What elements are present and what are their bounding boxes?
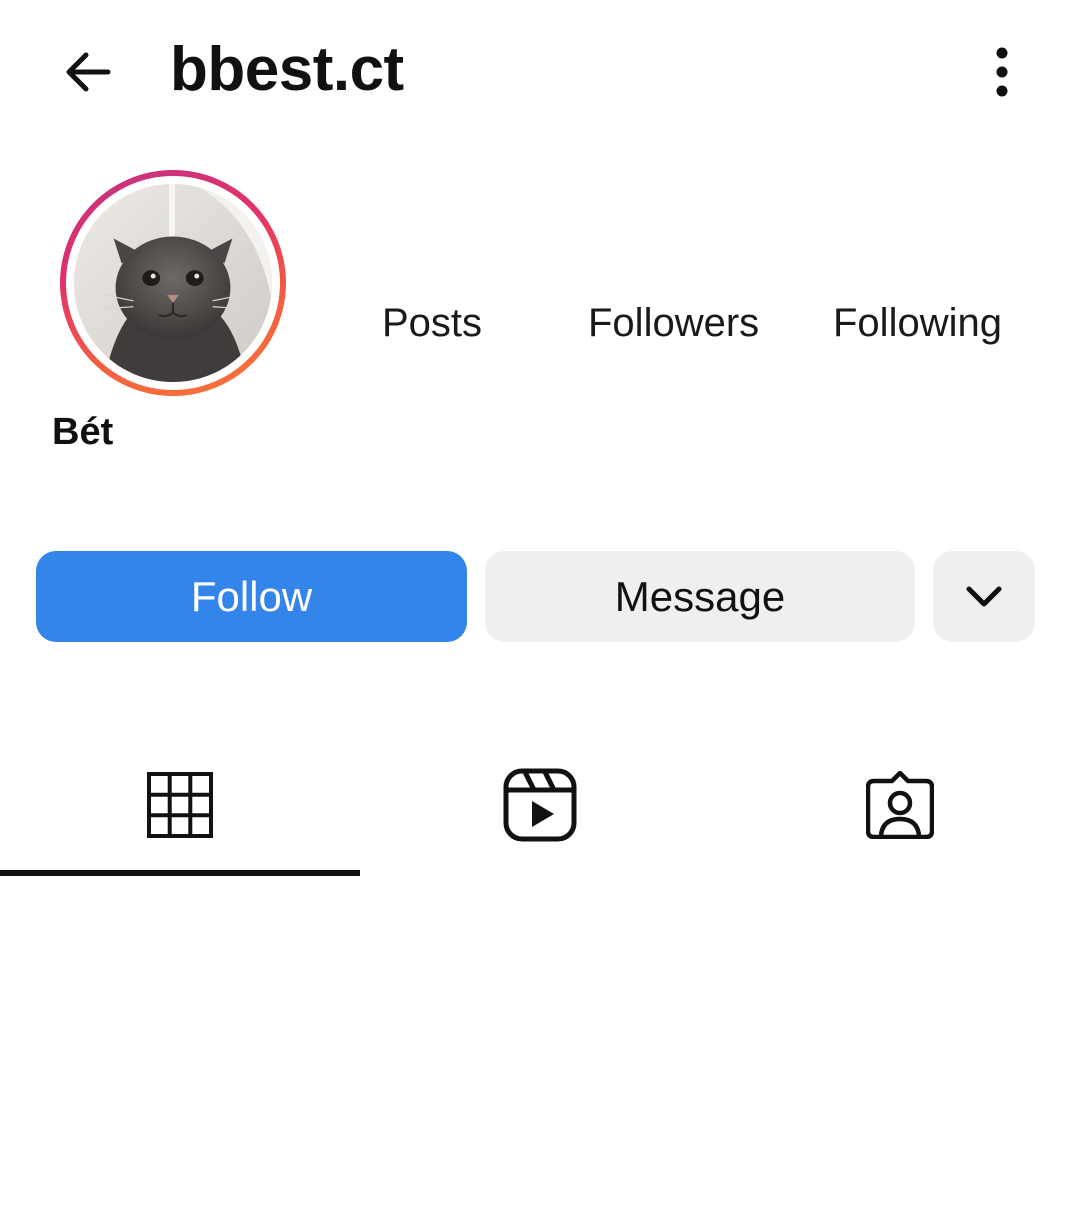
follow-button-label: Follow [190, 572, 313, 620]
follow-button[interactable]: Follow [36, 551, 467, 642]
tab-posts-grid[interactable] [0, 740, 360, 870]
following-stat[interactable]: Following [833, 298, 1002, 348]
kebab-menu-icon [996, 47, 1008, 97]
active-tab-indicator [0, 870, 360, 876]
avatar-cat-image [74, 184, 272, 382]
chevron-down-icon [966, 586, 1002, 606]
suggested-accounts-button[interactable] [933, 551, 1035, 642]
message-button-label: Message [614, 572, 786, 620]
tab-reels[interactable] [360, 740, 720, 870]
profile-display-name: Bét [52, 411, 114, 453]
reels-icon [503, 768, 577, 842]
message-button[interactable]: Message [485, 551, 915, 642]
more-options-button[interactable] [972, 36, 1032, 108]
profile-page: bbest.ct Bét Posts Followers Following F… [0, 0, 1080, 1231]
tagged-icon [866, 771, 934, 839]
arrow-left-icon [66, 52, 111, 92]
posts-stat[interactable]: Posts [382, 298, 482, 348]
avatar [74, 184, 272, 382]
followers-stat[interactable]: Followers [588, 298, 759, 348]
grid-icon [147, 772, 213, 838]
avatar-story-ring[interactable] [60, 170, 286, 396]
back-button[interactable] [52, 36, 124, 108]
tab-tagged[interactable] [720, 740, 1080, 870]
profile-username: bbest.ct [170, 35, 404, 104]
